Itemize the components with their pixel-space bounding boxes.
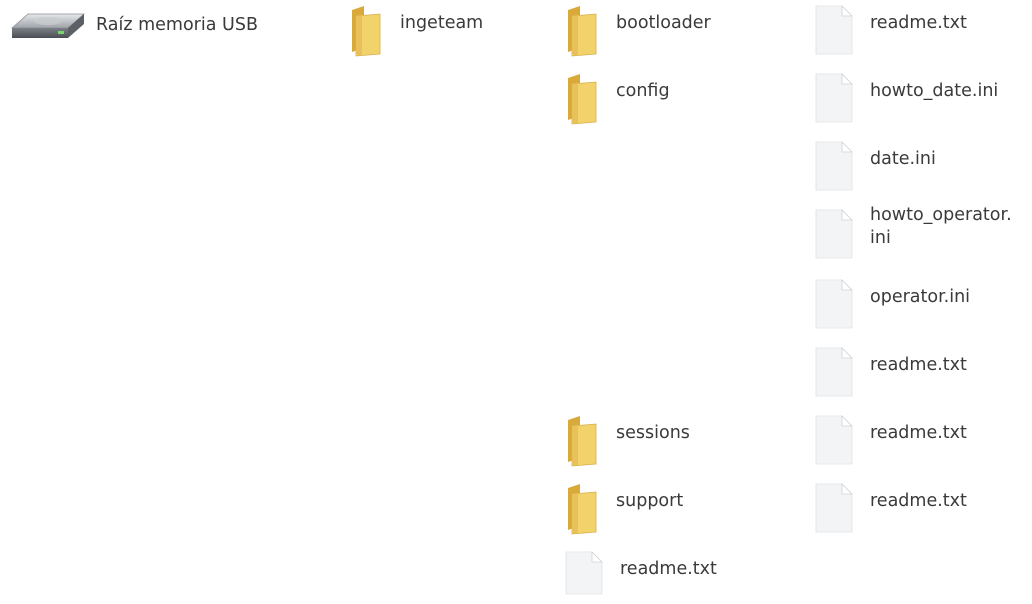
text-file-icon [812,208,860,262]
file-label: readme.txt [870,355,967,375]
text-file-icon [812,140,860,194]
file-label: readme.txt [870,13,967,33]
folder-label: ingeteam [400,13,484,33]
folder-icon [558,414,606,468]
text-file-icon [812,4,860,58]
folder-icon [558,482,606,536]
text-file-icon [812,414,860,468]
text-file-icon [812,72,860,126]
folder-icon [342,4,390,58]
folder-label: config [616,81,670,101]
file-label: howto_date.ini [870,81,999,101]
file-label: readme.txt [870,491,967,511]
root-label: Raíz memoria USB [96,15,258,35]
text-file-icon [812,346,860,400]
folder-label: bootloader [616,13,711,33]
folder-label: sessions [616,423,690,443]
folder-icon [558,4,606,58]
text-file-icon [812,482,860,536]
folder-icon [558,72,606,126]
usb-drive-icon [8,8,88,62]
file-label: readme.txt [870,423,967,443]
folder-label: support [616,491,684,511]
file-label: date.ini [870,149,936,169]
text-file-icon [812,278,860,332]
file-label: operator.ini [870,287,971,307]
file-label: howto_operator. ini [870,205,1012,248]
file-label: readme.txt [620,559,717,579]
